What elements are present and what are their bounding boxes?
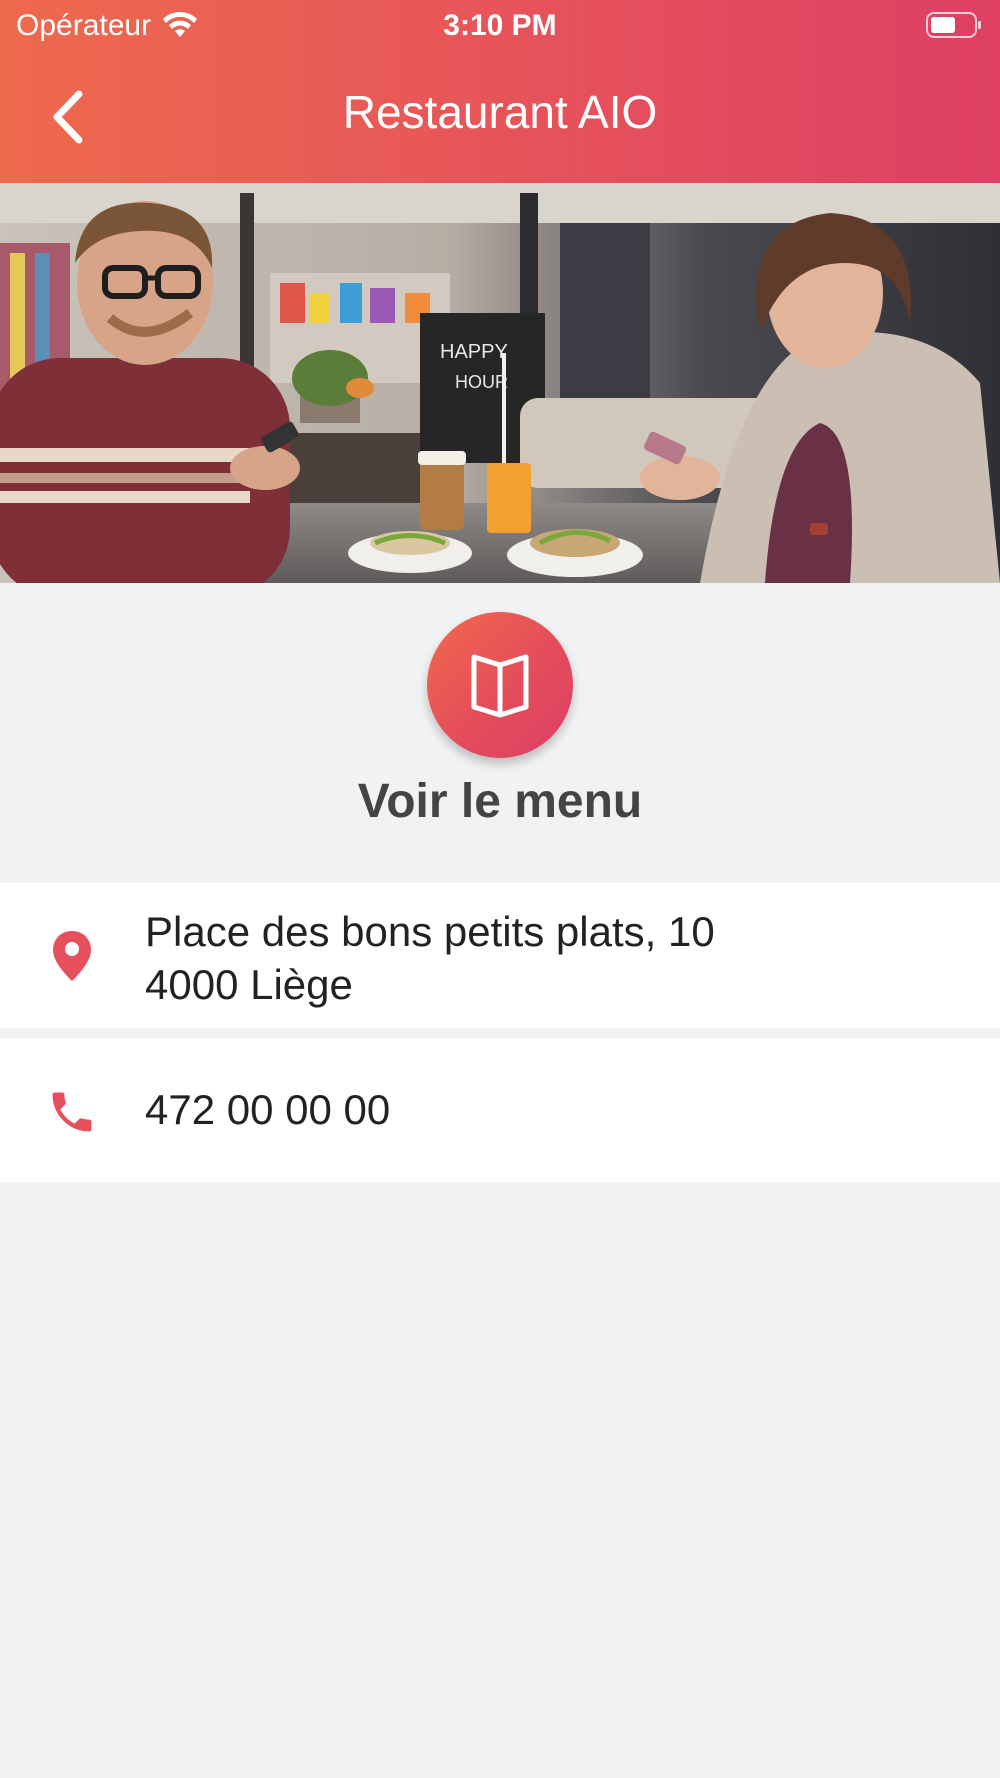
- address-line-2: 4000 Liège: [145, 961, 353, 1008]
- battery-icon: [926, 12, 981, 38]
- status-time: 3:10 PM: [443, 9, 557, 42]
- book-icon: [471, 654, 529, 718]
- app-header: Opérateur 3:10 PM Restaurant AIO: [0, 0, 1000, 183]
- location-pin-icon: [53, 931, 91, 981]
- address-row[interactable]: Place des bons petits plats, 10 4000 Liè…: [0, 883, 1000, 1028]
- phone-icon: [52, 1092, 92, 1132]
- restaurant-photo: HAPPY HOUR: [0, 183, 1000, 583]
- svg-text:HOUR: HOUR: [455, 372, 508, 392]
- phone-number: 472 00 00 00: [145, 1086, 391, 1133]
- phone-row[interactable]: 472 00 00 00: [0, 1038, 1000, 1182]
- view-menu-button[interactable]: [427, 612, 573, 758]
- address-text: Place des bons petits plats, 10 4000 Liè…: [145, 905, 715, 1011]
- restaurant-photo-illustration: HAPPY HOUR: [0, 183, 1000, 583]
- page-title: Restaurant AIO: [342, 86, 658, 138]
- view-menu-label[interactable]: Voir le menu: [0, 772, 1000, 832]
- svg-text:HAPPY: HAPPY: [440, 341, 508, 363]
- address-line-1: Place des bons petits plats, 10: [145, 908, 715, 955]
